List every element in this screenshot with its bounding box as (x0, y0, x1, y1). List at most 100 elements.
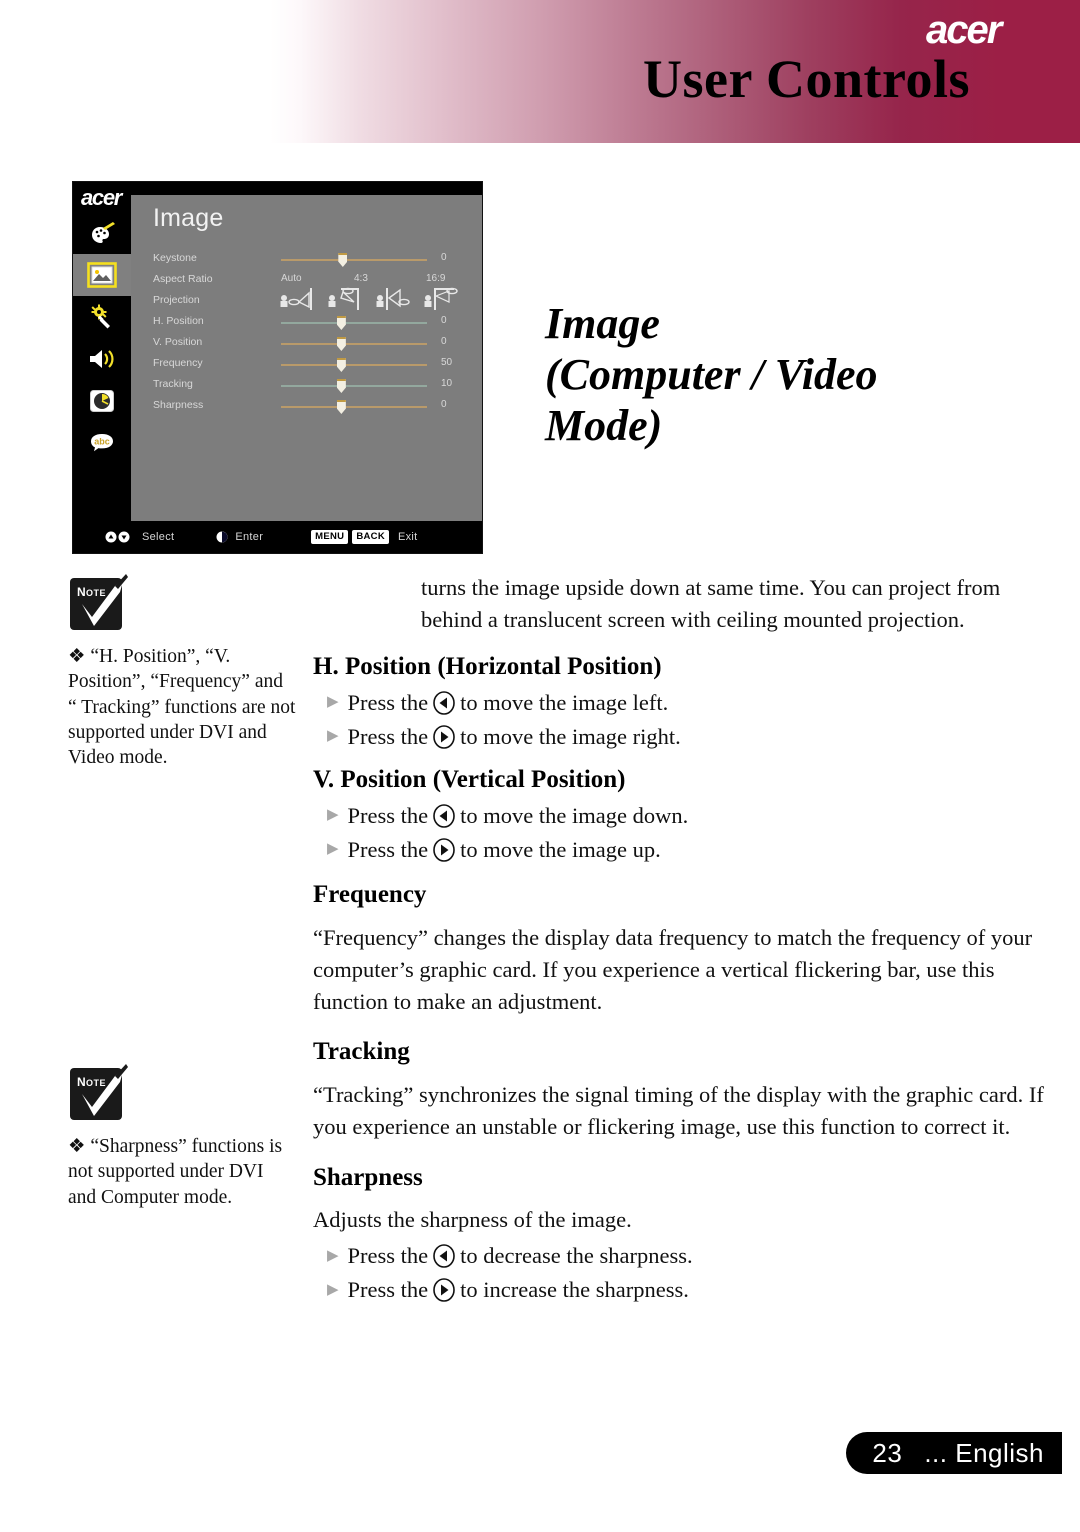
frequency-slider[interactable] (281, 358, 427, 372)
up-down-arrow-icon (105, 531, 130, 543)
svg-text:abc: abc (94, 437, 110, 447)
osd-back-key[interactable]: BACK (352, 530, 389, 544)
page-header-title: User Controls (643, 49, 970, 109)
osd-select-label: Select (142, 531, 175, 543)
osd-select-hint: Select (105, 531, 174, 543)
osd-sidebar-item-language[interactable]: abc (73, 422, 131, 464)
bullet-item: ▶ Press the to move the image right. (313, 721, 1053, 753)
slider-track (281, 406, 427, 408)
page-title-line1: Image (545, 299, 660, 348)
osd-sidebar-item-image[interactable] (73, 254, 131, 296)
bullet-triangle-icon: ▶ (327, 728, 339, 745)
bullet-text-pre: Press the (347, 1277, 429, 1303)
speaker-icon (90, 350, 114, 368)
image-icon (87, 262, 117, 288)
bullet-item: ▶ Press the to move the image up. (313, 834, 1053, 866)
slider-knob[interactable] (338, 253, 348, 267)
page-number: 23 (872, 1437, 903, 1468)
bullet-triangle-icon: ▶ (327, 841, 339, 858)
projection-rear-ceiling-icon (424, 287, 458, 310)
osd-rows: Keystone 0 Aspect Ratio Auto 4:3 16:9 Pr… (153, 249, 468, 417)
enter-arrow-icon (216, 531, 228, 543)
bullet-triangle-icon: ▶ (327, 807, 339, 824)
svg-text:N: N (77, 1075, 86, 1089)
osd-sidebar-item-timer[interactable] (73, 380, 131, 422)
svg-text:OTE: OTE (86, 1078, 106, 1088)
osd-row-v-position[interactable]: V. Position 0 (153, 333, 468, 354)
note-icon: N OTE (70, 1064, 128, 1120)
slider-track (281, 322, 427, 324)
svg-text:N: N (77, 585, 86, 599)
projection-front-ceiling-icon (376, 288, 410, 310)
bullet-text-post: to move the image up. (460, 836, 661, 862)
bullet-text-pre: Press the (347, 1243, 429, 1269)
svg-text:OTE: OTE (86, 588, 106, 598)
keystone-slider[interactable] (281, 253, 427, 267)
slider-knob[interactable] (336, 316, 346, 330)
osd-row-h-position[interactable]: H. Position 0 (153, 312, 468, 333)
bullet-triangle-icon: ▶ (327, 1281, 339, 1298)
osd-exit-label: Exit (398, 530, 418, 543)
osd-row-label: Sharpness (153, 399, 204, 411)
section-heading-tracking: Tracking (313, 1038, 410, 1066)
projection-options[interactable] (279, 286, 475, 312)
slider-knob[interactable] (336, 358, 346, 372)
left-arrow-button-icon (432, 691, 456, 715)
slider-track (281, 364, 427, 366)
osd-row-sharpness[interactable]: Sharpness 0 (153, 396, 468, 417)
slider-track (281, 385, 427, 387)
aspect-option-auto[interactable]: Auto (281, 273, 302, 284)
bullet-text-pre: Press the (347, 802, 429, 828)
tracking-slider[interactable] (281, 379, 427, 393)
page-footer: 23 ... English (846, 1432, 1062, 1474)
osd-row-value: 0 (441, 252, 447, 263)
h-position-slider[interactable] (281, 316, 427, 330)
osd-sidebar-item-management[interactable] (73, 296, 131, 338)
sharpness-slider[interactable] (281, 400, 427, 414)
osd-row-label: H. Position (153, 315, 204, 327)
section-heading-sharpness: Sharpness (313, 1164, 423, 1192)
osd-enter-hint: Enter (216, 531, 263, 543)
osd-row-keystone[interactable]: Keystone 0 (153, 249, 468, 270)
osd-row-value: 0 (441, 336, 447, 347)
slider-knob[interactable] (336, 379, 346, 393)
bullet-item: ▶ Press the to increase the sharpness. (313, 1274, 1053, 1306)
right-arrow-button-icon (432, 724, 456, 749)
osd-menu-screenshot: acer abc Image Keystone 0 Aspect Ratio A… (72, 181, 483, 554)
aspect-option-16-9[interactable]: 16:9 (426, 273, 445, 284)
v-position-slider[interactable] (281, 337, 427, 351)
osd-enter-label: Enter (235, 531, 264, 543)
osd-row-value: 0 (441, 315, 447, 326)
slider-knob[interactable] (336, 337, 346, 351)
osd-footer-bar: Select Enter MENU BACK Exit (73, 521, 482, 553)
osd-row-frequency[interactable]: Frequency 50 (153, 354, 468, 375)
sharpness-body: Adjusts the sharpness of the image. (313, 1207, 632, 1233)
slider-track (281, 259, 427, 261)
right-arrow-button-icon (432, 1278, 456, 1302)
timer-clock-icon (90, 390, 114, 412)
page-title: Image (Computer / Video Mode) (545, 298, 1015, 451)
osd-sidebar-item-audio[interactable] (73, 338, 131, 380)
section-heading-h-position: H. Position (Horizontal Position) (313, 652, 662, 680)
osd-row-value: 10 (441, 378, 453, 389)
footer-language: ... English (924, 1437, 1044, 1468)
aspect-option-4-3[interactable]: 4:3 (354, 273, 368, 284)
bullet-text-post: to move the image down. (460, 802, 689, 828)
frequency-body: “Frequency” changes the display data fre… (313, 924, 1033, 1014)
left-arrow-button-icon (432, 1244, 456, 1269)
note-block-2: N OTE ❖ “Sharpness” functions is not sup… (68, 1062, 296, 1210)
page-title-line2: (Computer / Video (545, 350, 878, 400)
bullet-text-pre: Press the (347, 689, 429, 715)
osd-row-label: Tracking (153, 378, 193, 390)
bullet-text-post: to move the image right. (460, 723, 681, 749)
osd-row-projection[interactable]: Projection (153, 287, 468, 312)
osd-row-tracking[interactable]: Tracking 10 (153, 375, 468, 396)
slider-knob[interactable] (336, 400, 346, 414)
intro-paragraph: turns the image upside down at same time… (421, 575, 1001, 632)
osd-row-label: Projection (153, 294, 200, 306)
section-heading-frequency: Frequency (313, 880, 427, 908)
color-icon (92, 222, 115, 243)
bullet-triangle-icon: ▶ (327, 1247, 339, 1264)
osd-sidebar-item-color[interactable] (73, 212, 131, 254)
osd-menu-key[interactable]: MENU (311, 530, 349, 544)
